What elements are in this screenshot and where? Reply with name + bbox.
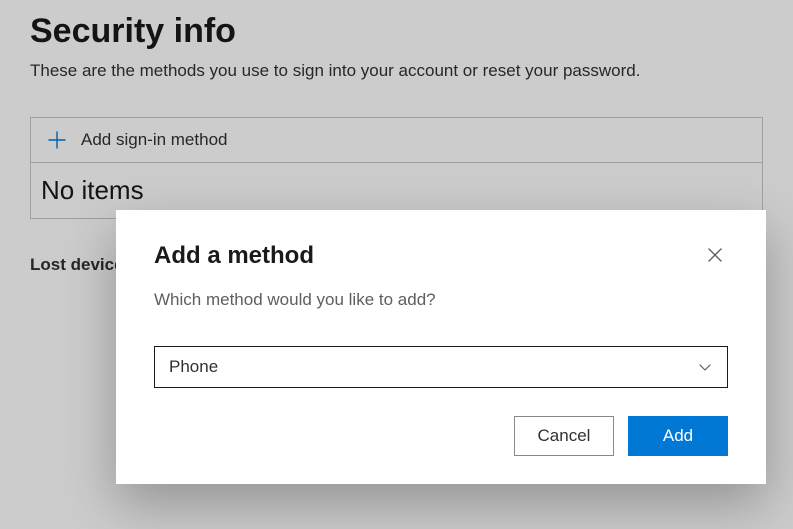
- dialog-header: Add a method: [154, 242, 728, 270]
- method-select-value: Phone: [169, 357, 218, 377]
- close-button[interactable]: [702, 242, 728, 268]
- dialog-actions: Cancel Add: [154, 416, 728, 456]
- dialog-prompt: Which method would you like to add?: [154, 290, 728, 310]
- method-select[interactable]: Phone: [154, 346, 728, 388]
- cancel-button[interactable]: Cancel: [514, 416, 614, 456]
- close-icon: [706, 246, 724, 264]
- chevron-down-icon: [697, 359, 713, 375]
- dialog-title: Add a method: [154, 242, 314, 270]
- add-button[interactable]: Add: [628, 416, 728, 456]
- add-method-dialog: Add a method Which method would you like…: [116, 210, 766, 484]
